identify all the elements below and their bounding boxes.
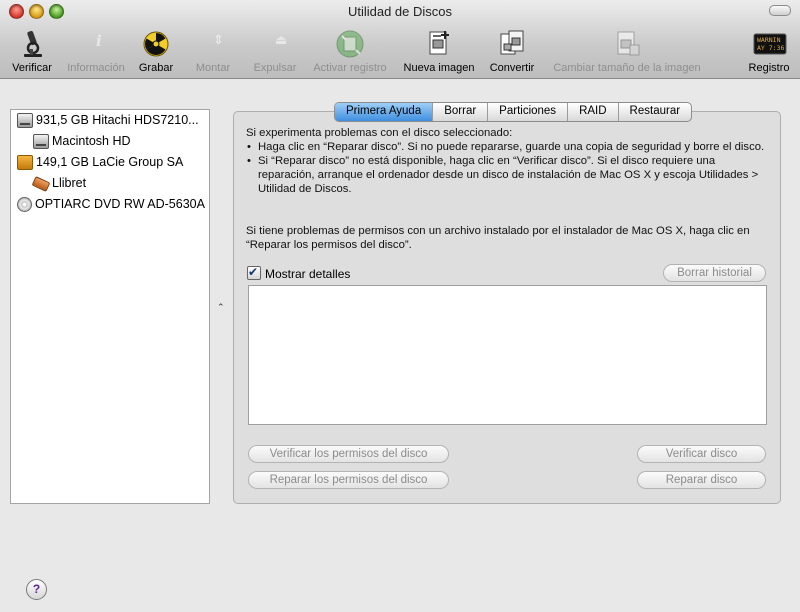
toolbar-convert-label: Convertir (489, 62, 535, 74)
help-button[interactable]: ? (26, 579, 47, 600)
disk-item-label: Macintosh HD (52, 134, 131, 148)
hard-disk-icon (17, 113, 33, 129)
toolbar-verify-label: Verificar (12, 62, 52, 74)
permissions-instructions: Si tiene problemas de permisos con un ar… (246, 225, 750, 251)
toolbar-new-image-button[interactable]: Nueva imagen (400, 28, 478, 74)
first-aid-log-area[interactable] (248, 285, 767, 425)
window-title: Utilidad de Discos (347, 4, 453, 19)
toolbar-toggle-button[interactable] (769, 5, 791, 16)
verify-disk-button[interactable]: Verificar disco (637, 445, 766, 463)
disk-item-label: 149,1 GB LaCie Group SA (36, 155, 184, 169)
show-details-checkbox-row[interactable]: Mostrar detalles (247, 264, 351, 282)
toolbar-info-button[interactable]: i Información (62, 28, 130, 74)
volume-icon (31, 175, 51, 192)
log-icon: WARNIN AY 7:36 (753, 28, 787, 60)
convert-icon (496, 28, 528, 60)
disk-item-llibret[interactable]: Llibret (31, 173, 87, 193)
window-titlebar: Utilidad de Discos Verificar i Informaci… (0, 0, 800, 79)
eject-icon: ⏏ (275, 33, 288, 48)
toolbar-mount-button[interactable]: ⇕ Montar (190, 28, 236, 74)
toolbar-log-button[interactable]: WARNIN AY 7:36 Registro (744, 28, 794, 74)
tab-raid[interactable]: RAID (568, 103, 619, 121)
disk-item-lacie[interactable]: 149,1 GB LaCie Group SA (17, 152, 183, 172)
tab-erase[interactable]: Borrar (433, 103, 489, 121)
show-details-checkbox[interactable] (247, 264, 261, 280)
new-image-icon (423, 28, 455, 60)
toolbar-new-image-label: Nueva imagen (403, 62, 475, 74)
tab-first-aid[interactable]: Primera Ayuda (335, 103, 434, 121)
toolbar-convert-button[interactable]: Convertir (486, 28, 538, 74)
disk-item-hitachi[interactable]: 931,5 GB Hitachi HDS7210... (17, 110, 199, 130)
toolbar-verify-button[interactable]: Verificar (8, 28, 56, 74)
toolbar-burn-label: Grabar (138, 62, 174, 74)
tab-restore[interactable]: Restaurar (619, 103, 691, 121)
first-aid-bullet: Haga clic en “Reparar disco”. Si no pued… (246, 140, 771, 154)
disk-list[interactable]: 931,5 GB Hitachi HDS7210... Macintosh HD… (10, 109, 210, 504)
tab-bar: Primera Ayuda Borrar Particiones RAID Re… (334, 102, 693, 122)
repair-disk-button[interactable]: Reparar disco (637, 471, 766, 489)
verify-permissions-button[interactable]: Verificar los permisos del disco (248, 445, 449, 463)
toolbar-burn-button[interactable]: Grabar (136, 28, 176, 74)
toolbar-mount-label: Montar (195, 62, 231, 74)
disk-item-macintosh-hd[interactable]: Macintosh HD (33, 131, 131, 151)
mount-icon: ⇕ (213, 33, 224, 48)
burn-icon (140, 28, 172, 60)
svg-text:AY 7:36: AY 7:36 (757, 44, 784, 52)
toolbar-eject-button[interactable]: ⏏ Expulsar (251, 28, 299, 74)
toolbar-eject-label: Expulsar (253, 62, 297, 74)
microscope-icon (16, 28, 48, 60)
first-aid-instructions: Si experimenta problemas con el disco se… (246, 126, 771, 196)
disk-item-label: 931,5 GB Hitachi HDS7210... (36, 113, 199, 127)
svg-text:WARNIN: WARNIN (757, 36, 781, 44)
toolbar-enable-journal-button[interactable]: Activar registro (307, 28, 393, 74)
info-icon: i (96, 32, 102, 50)
resize-image-icon (611, 28, 643, 60)
disk-item-optiarc[interactable]: OPTIARC DVD RW AD-5630A (17, 194, 205, 214)
first-aid-bullet: Si “Reparar disco” no está disponible, h… (246, 154, 771, 196)
optical-disc-icon (17, 197, 32, 213)
external-disk-icon (17, 155, 33, 171)
toolbar-info-label: Información (67, 62, 125, 74)
first-aid-intro: Si experimenta problemas con el disco se… (246, 127, 513, 139)
toolbar-enable-journal-label: Activar registro (313, 62, 387, 74)
split-view-handle[interactable]: ⌃ (217, 302, 225, 313)
show-details-label: Mostrar detalles (265, 267, 351, 281)
first-aid-bullets: Haga clic en “Reparar disco”. Si no pued… (246, 140, 771, 196)
repair-permissions-button[interactable]: Reparar los permisos del disco (248, 471, 449, 489)
toolbar-resize-image-label: Cambiar tamaño de la imagen (553, 62, 701, 74)
toolbar-log-label: Registro (748, 62, 790, 74)
tab-partition[interactable]: Particiones (488, 103, 569, 121)
volume-icon (33, 134, 49, 150)
disk-item-label: OPTIARC DVD RW AD-5630A (35, 197, 205, 211)
disk-item-label: Llibret (52, 176, 87, 190)
journal-icon (334, 28, 366, 60)
toolbar-resize-image-button[interactable]: Cambiar tamaño de la imagen (546, 28, 708, 74)
clear-history-button[interactable]: Borrar historial (663, 264, 766, 282)
